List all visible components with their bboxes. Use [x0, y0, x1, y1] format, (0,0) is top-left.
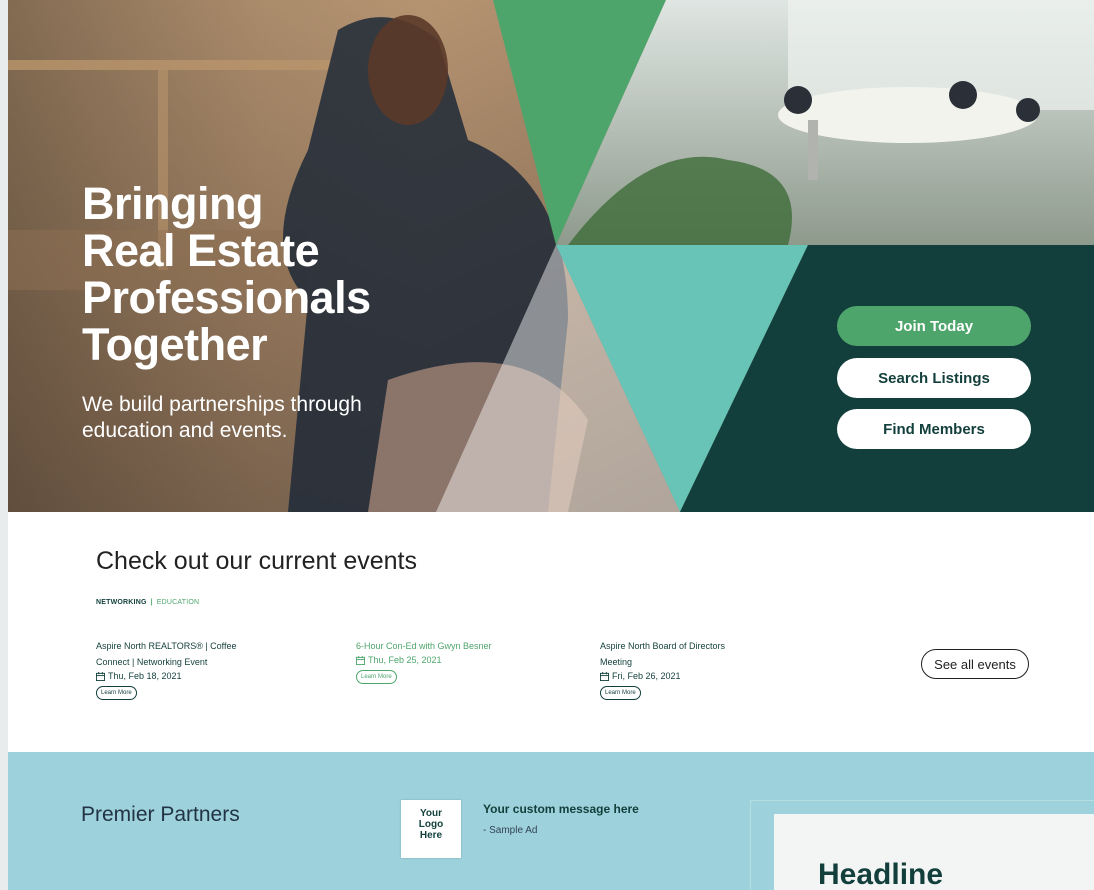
partner-logo[interactable]: Your Logo Here — [401, 800, 461, 858]
calendar-icon — [356, 655, 365, 665]
events-heading: Check out our current events — [96, 547, 417, 575]
find-members-button[interactable]: Find Members — [837, 409, 1031, 449]
event-card: Aspire North Board of Directors Meeting … — [600, 638, 750, 700]
logo-text-line: Your — [419, 808, 443, 819]
event-title[interactable]: Aspire North Board of Directors Meeting — [600, 638, 750, 670]
calendar-icon — [96, 671, 105, 681]
tab-separator: | — [150, 599, 153, 606]
tab-networking[interactable]: NETWORKING — [96, 599, 147, 606]
event-date: Thu, Feb 18, 2021 — [96, 671, 246, 681]
hero-title-line: Real Estate — [82, 225, 320, 276]
hero-title-line: Together — [82, 319, 268, 370]
logo-text-line: Here — [419, 830, 443, 841]
calendar-icon — [600, 671, 609, 681]
page: Bringing Real Estate Professionals Toget… — [8, 0, 1094, 890]
ad-title[interactable]: Your custom message here — [483, 802, 639, 816]
learn-more-button[interactable]: Learn More — [356, 670, 397, 684]
tab-education[interactable]: EDUCATION — [157, 599, 200, 606]
hero-title-line: Bringing — [82, 178, 263, 229]
event-date-text: Fri, Feb 26, 2021 — [612, 671, 681, 681]
event-title[interactable]: Aspire North REALTORS® | Coffee Connect … — [96, 638, 246, 670]
search-listings-button[interactable]: Search Listings — [837, 358, 1031, 398]
hero-title-line: Professionals — [82, 272, 371, 323]
event-card: 6-Hour Con-Ed with Gwyn Besner Thu, Feb … — [356, 638, 506, 684]
ad-card-headline: Headline — [818, 858, 944, 890]
event-category-tabs: NETWORKING | EDUCATION — [96, 599, 199, 606]
ad-card[interactable]: Headline — [774, 814, 1094, 890]
join-today-button[interactable]: Join Today — [837, 306, 1031, 346]
hero-subtitle: We build partnerships through education … — [82, 393, 362, 442]
event-title[interactable]: 6-Hour Con-Ed with Gwyn Besner — [356, 638, 506, 654]
learn-more-button[interactable]: Learn More — [96, 686, 137, 700]
event-date-text: Thu, Feb 25, 2021 — [368, 655, 442, 665]
learn-more-button[interactable]: Learn More — [600, 686, 641, 700]
ad-subtitle: - Sample Ad — [483, 825, 538, 836]
event-card: Aspire North REALTORS® | Coffee Connect … — [96, 638, 246, 700]
event-date-text: Thu, Feb 18, 2021 — [108, 671, 182, 681]
logo-text-line: Logo — [418, 819, 444, 830]
partners-heading: Premier Partners — [81, 803, 240, 826]
event-date: Thu, Feb 25, 2021 — [356, 655, 506, 665]
events-section: Check out our current events NETWORKING |… — [8, 512, 1094, 752]
partners-section: Premier Partners Your Logo Here Your cus… — [8, 752, 1094, 890]
logo-text: Your Logo Here — [401, 800, 461, 841]
hero-section: Bringing Real Estate Professionals Toget… — [8, 0, 1094, 512]
hero-title: Bringing Real Estate Professionals Toget… — [82, 180, 371, 368]
see-all-events-button[interactable]: See all events — [921, 649, 1029, 679]
event-date: Fri, Feb 26, 2021 — [600, 671, 750, 681]
